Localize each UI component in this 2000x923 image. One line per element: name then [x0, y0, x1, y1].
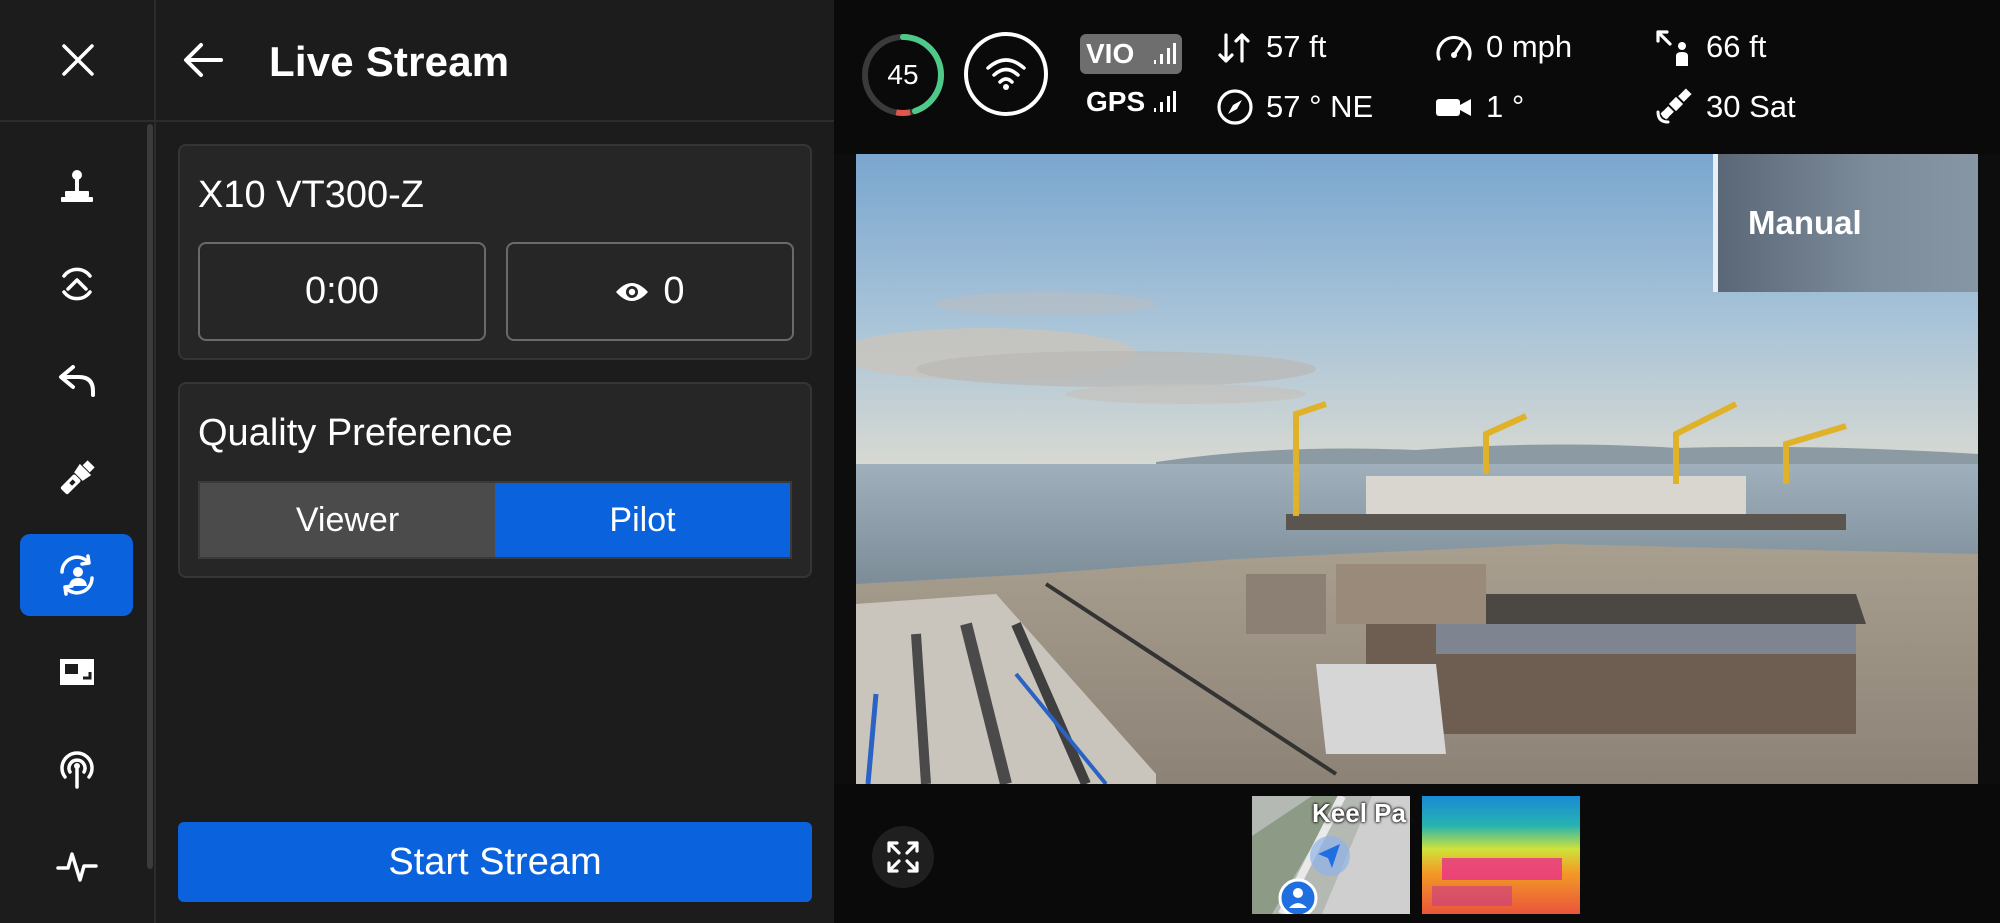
quality-option-viewer[interactable]: Viewer	[200, 483, 495, 557]
satellite-icon	[1654, 86, 1694, 126]
rail-item-return-home[interactable]	[20, 340, 133, 422]
close-icon	[62, 44, 94, 76]
minimap-thumbnail[interactable]: Keel Pa	[1252, 796, 1410, 914]
stream-timer: 0:00	[198, 242, 486, 341]
speed-value: 0 mph	[1486, 29, 1573, 64]
arrow-left-icon	[184, 43, 223, 77]
distance-icon	[1654, 28, 1694, 68]
side-rail	[0, 0, 156, 923]
rail-item-picture-in-picture[interactable]	[20, 631, 133, 713]
back-button[interactable]	[174, 30, 234, 90]
bottom-bar: Keel Pa	[834, 784, 2000, 923]
altitude-icon	[1216, 30, 1252, 66]
rail-item-live-stream[interactable]	[20, 534, 133, 616]
activity-icon	[55, 852, 98, 882]
antenna-icon	[59, 751, 94, 789]
viewer-count-box: 0	[506, 242, 794, 341]
live-stream-panel: Live Stream X10 VT300-Z 0:00 0 Quality P…	[156, 0, 834, 923]
close-button[interactable]	[0, 0, 156, 122]
fly-to-icon	[61, 267, 92, 301]
picture-in-picture-icon	[59, 659, 94, 685]
altitude-value: 57 ft	[1266, 29, 1327, 64]
distance-value: 66 ft	[1706, 29, 1767, 64]
live-stream-icon	[59, 554, 94, 596]
gimbal-angle-value: 1 °	[1486, 89, 1525, 124]
rail-item-fly-to[interactable]	[20, 243, 133, 325]
return-home-icon	[58, 365, 95, 397]
telemetry-bar: 45 VIO GPS 57 ft 57 ° NE 0 mph 1 ° 66 ft…	[834, 0, 2000, 154]
rail-item-joystick[interactable]	[20, 146, 133, 228]
eye-icon	[615, 280, 649, 304]
thermal-thumbnail[interactable]	[1422, 796, 1580, 914]
gps-label: GPS	[1086, 86, 1146, 117]
timer-value: 0:00	[305, 270, 379, 312]
signal-bars-icon	[1154, 91, 1176, 112]
satellite-count: 30 Sat	[1706, 89, 1796, 124]
quality-card: Quality Preference Viewer Pilot	[178, 382, 812, 578]
page-title: Live Stream	[269, 38, 510, 85]
device-card: X10 VT300-Z 0:00 0	[178, 144, 812, 360]
battery-percent: 45	[887, 59, 919, 90]
rail-item-activity[interactable]	[20, 825, 133, 907]
vio-label: VIO	[1086, 38, 1135, 69]
device-name: X10 VT300-Z	[198, 174, 424, 216]
rail-scrollbar[interactable]	[147, 124, 153, 869]
wifi-icon	[986, 58, 1026, 90]
heading-value: 57 ° NE	[1266, 89, 1374, 124]
quality-segmented-control: Viewer Pilot	[198, 481, 792, 559]
connection-indicator[interactable]	[964, 32, 1048, 116]
vio-status: VIO	[1080, 34, 1182, 74]
flashlight-icon	[60, 460, 95, 495]
joystick-icon	[60, 170, 93, 202]
panel-header: Live Stream	[156, 0, 834, 122]
rail-item-flashlight[interactable]	[20, 437, 133, 519]
start-stream-button[interactable]: Start Stream	[178, 822, 812, 902]
battery-indicator[interactable]: 45	[860, 32, 946, 118]
quality-preference-label: Quality Preference	[198, 412, 513, 454]
thermal-image	[1422, 796, 1580, 914]
signal-bars-icon	[1154, 43, 1176, 64]
fullscreen-button[interactable]	[872, 826, 934, 888]
gimbal-camera-icon	[1434, 90, 1474, 124]
rail-item-antenna[interactable]	[20, 728, 133, 810]
camera-feed[interactable]: Manual	[856, 154, 1978, 784]
gps-status: GPS	[1080, 82, 1182, 122]
viewer-count: 0	[663, 270, 685, 312]
quality-option-pilot[interactable]: Pilot	[495, 483, 790, 557]
compass-icon	[1216, 88, 1254, 126]
flight-mode-label: Manual	[1748, 204, 1862, 241]
expand-icon	[887, 841, 919, 873]
flight-mode-button[interactable]: Manual	[1713, 154, 1978, 292]
speedometer-icon	[1434, 30, 1474, 66]
map-place-label: Keel Pa	[1312, 798, 1406, 828]
